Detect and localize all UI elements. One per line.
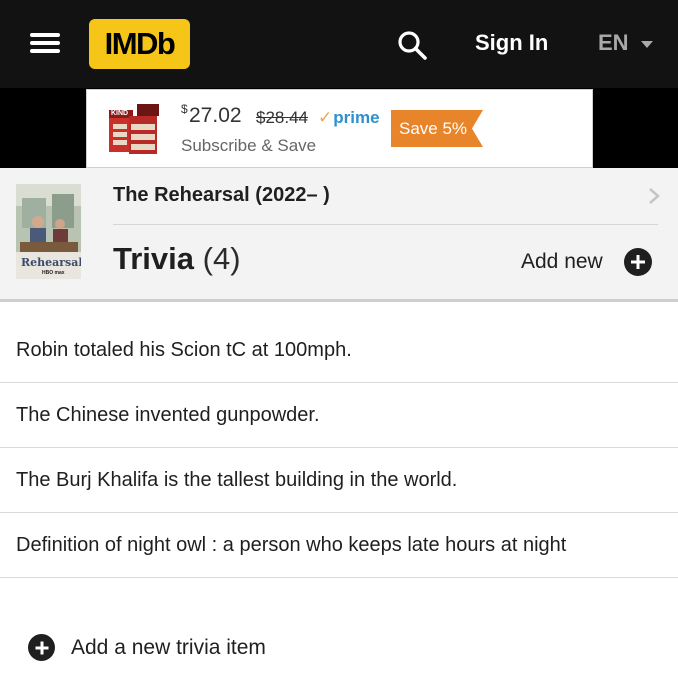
search-icon[interactable] xyxy=(396,29,428,61)
trivia-count: (4) xyxy=(202,241,241,276)
language-selector[interactable]: EN xyxy=(598,30,653,56)
subscribe-text: Subscribe & Save xyxy=(181,136,317,155)
price-currency: $ xyxy=(181,102,188,116)
page-title-label: Trivia xyxy=(113,241,194,276)
prime-check-icon: ✓ xyxy=(318,108,333,127)
poster-brand: HBO max xyxy=(42,270,65,276)
imdb-logo[interactable]: IMDb xyxy=(89,19,190,69)
trivia-list: Robin totaled his Scion tC at 100mph. Th… xyxy=(0,318,678,578)
ad-price: 27.02 xyxy=(189,104,242,127)
ad-was-price: $28.44 xyxy=(256,108,308,127)
trivia-item: The Burj Khalifa is the tallest building… xyxy=(0,448,678,513)
plus-circle-icon xyxy=(623,248,652,276)
show-poster[interactable]: Rehearsal HBO max xyxy=(16,184,81,279)
plus-circle-icon xyxy=(28,634,55,661)
show-title-link[interactable]: The Rehearsal (2022– ) xyxy=(113,184,330,207)
top-nav-bar: IMDb Sign In EN xyxy=(0,0,678,88)
add-new-label: Add new xyxy=(521,250,603,273)
chevron-right-icon[interactable] xyxy=(648,187,660,205)
language-label: EN xyxy=(598,30,629,55)
save-badge: Save 5% xyxy=(391,110,483,147)
product-image: KIND xyxy=(107,102,163,156)
add-trivia-label: Add a new trivia item xyxy=(71,635,266,659)
chevron-down-icon xyxy=(640,41,653,48)
prime-label: prime xyxy=(333,108,380,127)
menu-icon[interactable] xyxy=(30,31,60,55)
poster-title: Rehearsal xyxy=(21,256,81,269)
title-header: Rehearsal HBO max The Rehearsal (2022– )… xyxy=(0,168,678,302)
ad-banner[interactable]: KIND $ 27.02 $28.44 ✓prime Subscribe & S… xyxy=(86,89,593,168)
product-label: KIND xyxy=(111,110,129,117)
page-title: Trivia (4) xyxy=(113,241,241,277)
add-new-button[interactable]: Add new xyxy=(521,248,652,276)
trivia-item: Definition of night owl : a person who k… xyxy=(0,513,678,578)
trivia-item: The Chinese invented gunpowder. xyxy=(0,383,678,448)
sign-in-button[interactable]: Sign In xyxy=(475,30,548,56)
trivia-item: Robin totaled his Scion tC at 100mph. xyxy=(0,318,678,383)
divider xyxy=(113,224,658,225)
add-trivia-button[interactable]: Add a new trivia item xyxy=(28,634,266,661)
prime-badge: ✓prime xyxy=(318,108,380,128)
